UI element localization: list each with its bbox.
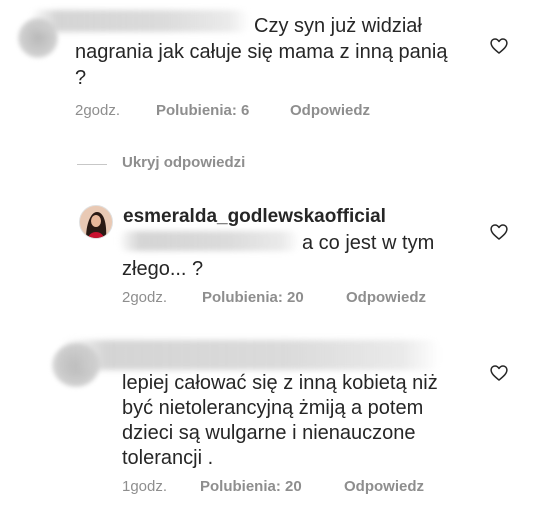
comment-time: 2godz.	[75, 102, 121, 119]
avatar-image	[80, 206, 112, 238]
redacted-username	[30, 10, 250, 32]
comment-text-line: lepiej całować się z inną kobietą niż	[122, 372, 438, 394]
comment-text-line: nagrania jak całuje się mama z inną pani…	[75, 41, 448, 63]
likes-button[interactable]: Polubienia: 6	[156, 102, 249, 119]
comment-text-line: Czy syn już widział	[254, 15, 422, 37]
comment-text-line: być nietolerancyjną żmiją a potem	[122, 397, 424, 419]
redacted-username	[60, 340, 440, 370]
likes-label: Polubienia: 20	[202, 289, 304, 306]
heart-icon[interactable]	[489, 222, 509, 242]
heart-icon[interactable]	[489, 363, 509, 383]
likes-label: Polubienia: 20	[200, 478, 302, 495]
comment-text-line: złego... ?	[122, 258, 204, 280]
reply-label: Odpowiedz	[346, 289, 426, 306]
reply-button[interactable]: Odpowiedz	[290, 102, 370, 119]
comment-time: 1godz.	[122, 478, 168, 495]
comment-text-line: tolerancji .	[122, 447, 214, 469]
comment-time: 2godz.	[122, 289, 168, 306]
reply-label: Odpowiedz	[290, 102, 370, 119]
comment-text-line: a co jest w tym	[302, 232, 435, 254]
avatar[interactable]	[79, 205, 113, 239]
reply-button[interactable]: Odpowiedz	[346, 289, 426, 306]
divider-line	[77, 164, 107, 165]
hide-replies-label[interactable]: Ukryj odpowiedzi	[122, 154, 245, 171]
likes-label: Polubienia: 6	[156, 102, 250, 119]
hide-replies-text: Ukryj odpowiedzi	[122, 154, 246, 171]
comment-username[interactable]: esmeralda_godlewskaofficial	[123, 206, 386, 228]
reply-button[interactable]: Odpowiedz	[344, 478, 424, 495]
comment-text-line: ?	[75, 67, 87, 89]
likes-button[interactable]: Polubienia: 20	[202, 289, 304, 306]
redacted-mention	[118, 231, 300, 251]
reply-label: Odpowiedz	[344, 478, 424, 495]
heart-icon[interactable]	[489, 36, 509, 56]
comment-text-line: dzieci są wulgarne i nienauczone	[122, 422, 416, 444]
likes-button[interactable]: Polubienia: 20	[200, 478, 302, 495]
